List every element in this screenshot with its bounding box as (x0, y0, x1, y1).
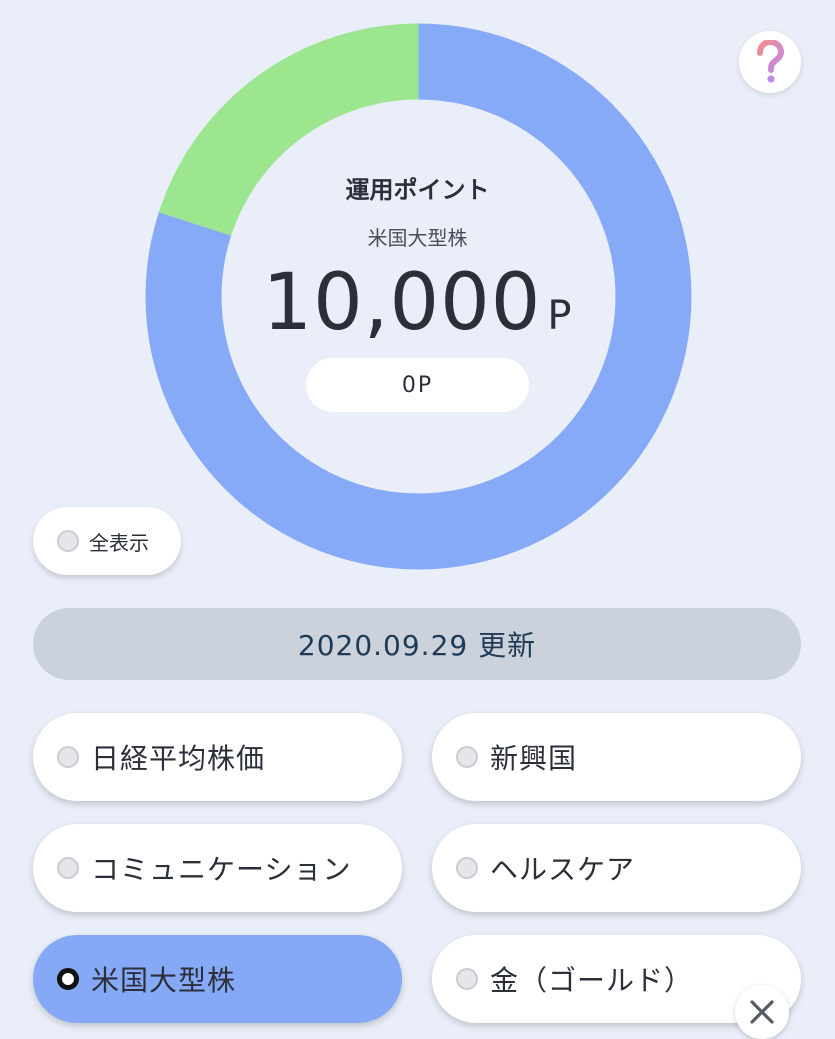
option-label: ヘルスケア (490, 853, 636, 886)
option-label: 米国大型株 (91, 964, 237, 997)
sub-points-value: 0P (401, 372, 434, 398)
close-button[interactable] (735, 985, 789, 1039)
show-all-toggle[interactable]: 全表示 (33, 507, 181, 575)
sub-points-pill: 0P (306, 358, 529, 412)
points-title: 運用ポイント (345, 176, 490, 204)
question-mark-icon (757, 40, 785, 83)
option-us-large-cap[interactable]: 米国大型株 (33, 935, 402, 1023)
option-communication[interactable]: コミュニケーション (33, 824, 402, 912)
option-radio[interactable] (57, 857, 79, 879)
option-radio[interactable] (456, 968, 478, 990)
points-unit: P (547, 293, 573, 339)
option-radio[interactable] (57, 746, 79, 768)
points-value-block: 10,000 P (0, 258, 835, 348)
show-all-label: 全表示 (89, 530, 149, 555)
show-all-radio[interactable] (57, 530, 79, 552)
option-radio[interactable] (456, 857, 478, 879)
points-category: 米国大型株 (367, 226, 468, 250)
option-label: コミュニケーション (91, 853, 352, 886)
close-icon (750, 1000, 774, 1024)
option-label: 金（ゴールド） (490, 964, 694, 997)
option-label: 日経平均株価 (91, 742, 266, 775)
update-date-bar: 2020.09.29 更新 (33, 608, 801, 680)
help-button[interactable] (739, 31, 801, 93)
option-radio[interactable] (456, 746, 478, 768)
option-nikkei[interactable]: 日経平均株価 (33, 713, 402, 801)
option-emerging[interactable]: 新興国 (432, 713, 801, 801)
option-radio[interactable] (57, 968, 79, 990)
option-label: 新興国 (490, 742, 578, 775)
points-value: 10,000 (262, 258, 542, 348)
update-date-label: 2020.09.29 更新 (297, 629, 537, 662)
option-healthcare[interactable]: ヘルスケア (432, 824, 801, 912)
